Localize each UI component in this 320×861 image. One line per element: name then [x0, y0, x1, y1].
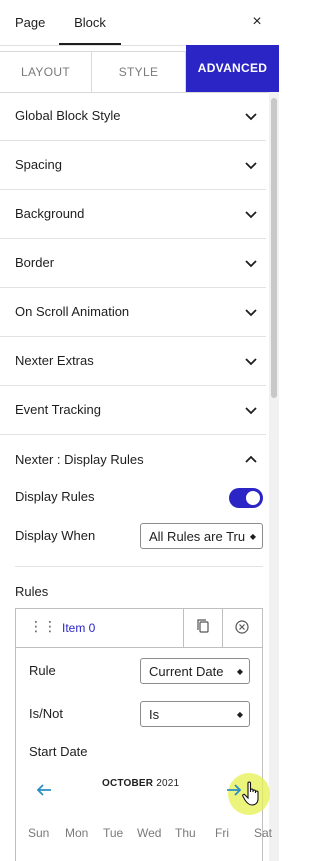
- next-month-arrow-icon[interactable]: [225, 783, 243, 797]
- rules-label: Rules: [15, 584, 49, 599]
- isnot-value: Is: [149, 707, 160, 722]
- rule-value: Current Date: [149, 664, 224, 679]
- isnot-label: Is/Not: [29, 706, 63, 721]
- panel-label: Nexter : Display Rules: [15, 452, 144, 467]
- rule-select[interactable]: Current Date ◆: [140, 658, 250, 684]
- start-date-label: Start Date: [29, 744, 88, 759]
- prev-month-arrow-icon[interactable]: [35, 783, 53, 797]
- drag-handle-icon[interactable]: ⋮⋮: [29, 618, 57, 635]
- rule-item-title[interactable]: Item 0: [62, 609, 95, 647]
- rule-label: Rule: [29, 663, 56, 678]
- display-when-select[interactable]: All Rules are Tru ◆: [140, 523, 263, 549]
- calendar-year: 2021: [156, 778, 180, 789]
- panel-label: Event Tracking: [15, 402, 101, 417]
- weekday-mon: Mon: [65, 826, 89, 840]
- select-arrow-icon: ◆: [236, 667, 243, 676]
- tab-page[interactable]: Page: [15, 0, 45, 45]
- active-tab-indicator: [59, 43, 121, 45]
- weekday-wed: Wed: [137, 826, 162, 840]
- tab-block-label: Block: [74, 15, 106, 30]
- select-arrow-icon: ◆: [249, 532, 256, 541]
- weekday-thu: Thu: [175, 826, 196, 840]
- calendar-month: OCTOBER: [102, 778, 154, 789]
- top-tab-bar: Page Block ×: [0, 0, 279, 46]
- chevron-down-icon: [245, 407, 257, 415]
- panel-label: On Scroll Animation: [15, 304, 130, 319]
- hand-cursor-icon: [242, 781, 259, 806]
- weekday-sun: Sun: [28, 826, 50, 840]
- copy-icon: [197, 619, 209, 633]
- toggle-knob: [246, 491, 260, 505]
- panel-label: Border: [15, 255, 55, 270]
- chevron-down-icon: [245, 162, 257, 170]
- panel-background[interactable]: Background: [0, 190, 266, 239]
- isnot-select[interactable]: Is ◆: [140, 701, 250, 727]
- sub-tab-bar: LAYOUT STYLE ADVANCED: [0, 45, 279, 93]
- chevron-down-icon: [245, 113, 257, 121]
- rule-item-header[interactable]: ⋮⋮ Item 0: [16, 609, 262, 648]
- duplicate-button[interactable]: [183, 609, 222, 647]
- panel-nexter-display-rules[interactable]: Nexter : Display Rules: [0, 436, 266, 484]
- remove-button[interactable]: [222, 609, 261, 647]
- tab-advanced[interactable]: ADVANCED: [186, 45, 279, 92]
- panel-global-block-style[interactable]: Global Block Style: [0, 92, 266, 141]
- panel-spacing[interactable]: Spacing: [0, 141, 266, 190]
- chevron-up-icon: [245, 455, 257, 463]
- chevron-down-icon: [245, 309, 257, 317]
- tab-style[interactable]: STYLE: [92, 52, 186, 92]
- weekday-tue: Tue: [103, 826, 124, 840]
- chevron-down-icon: [245, 358, 257, 366]
- scrollbar-thumb[interactable]: [271, 98, 277, 398]
- tab-block[interactable]: Block: [59, 0, 121, 45]
- close-circle-icon: [235, 620, 249, 634]
- panel-label: Global Block Style: [15, 108, 121, 123]
- panel-on-scroll-animation[interactable]: On Scroll Animation: [0, 288, 266, 337]
- panel-label: Background: [15, 206, 85, 221]
- display-rules-label: Display Rules: [15, 489, 95, 504]
- rule-item: ⋮⋮ Item 0: [15, 608, 263, 861]
- panel-nexter-extras[interactable]: Nexter Extras: [0, 337, 266, 386]
- display-when-value: All Rules are Tru: [149, 529, 246, 544]
- weekday-fri: Fri: [215, 826, 229, 840]
- display-when-label: Display When: [15, 528, 96, 543]
- select-arrow-icon: ◆: [236, 710, 243, 719]
- panel-border[interactable]: Border: [0, 239, 266, 288]
- tab-layout[interactable]: LAYOUT: [0, 52, 92, 92]
- calendar-month-title: OCTOBER 2021: [102, 778, 179, 789]
- chevron-down-icon: [245, 211, 257, 219]
- divider: [15, 566, 263, 567]
- scrollbar[interactable]: [269, 92, 279, 861]
- display-rules-toggle[interactable]: [229, 488, 263, 508]
- weekday-sat: Sat: [254, 826, 273, 840]
- close-icon[interactable]: ×: [247, 12, 267, 32]
- panel-label: Nexter Extras: [15, 353, 94, 368]
- chevron-down-icon: [245, 260, 257, 268]
- panel-event-tracking[interactable]: Event Tracking: [0, 386, 266, 435]
- panel-label: Spacing: [15, 157, 62, 172]
